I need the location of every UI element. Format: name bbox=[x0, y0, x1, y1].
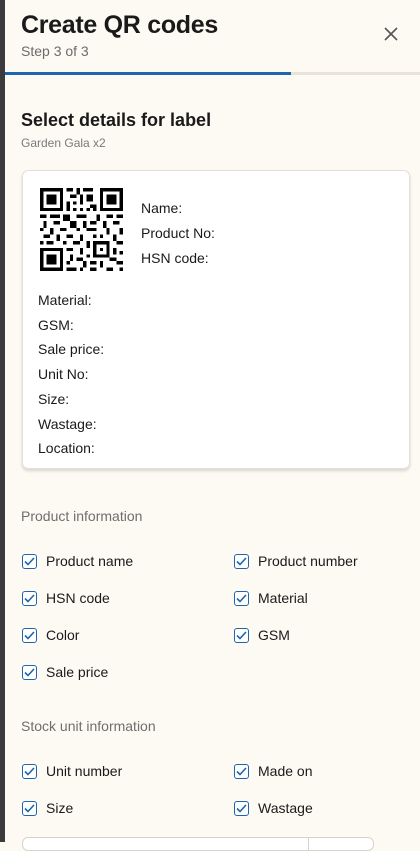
checkbox-material[interactable]: Material bbox=[234, 590, 308, 606]
divider bbox=[308, 838, 309, 850]
label-field: Sale price: bbox=[38, 341, 105, 358]
checkbox-label: Sale price bbox=[46, 664, 109, 680]
stock-info-title: Stock unit information bbox=[21, 718, 156, 734]
checkbox-checked-icon bbox=[234, 763, 249, 779]
checkbox-label: Made on bbox=[258, 763, 313, 779]
qr-fields: Name: Product No: HSN code: bbox=[141, 196, 215, 271]
progress-bar bbox=[5, 72, 420, 75]
checkbox-wastage[interactable]: Wastage bbox=[234, 800, 313, 816]
checkbox-checked-icon bbox=[22, 553, 37, 569]
checkbox-label: Material bbox=[258, 590, 308, 606]
checkbox-label: Color bbox=[46, 627, 80, 643]
checkbox-checked-icon bbox=[234, 627, 249, 643]
label-details: Material: GSM: Sale price: Unit No: Size… bbox=[38, 288, 104, 461]
section-title: Select details for label bbox=[21, 110, 212, 130]
checkbox-checked-icon bbox=[234, 590, 249, 606]
checkbox-checked-icon bbox=[22, 664, 37, 680]
checkbox-label: HSN code bbox=[46, 590, 110, 606]
footer-control-partial[interactable] bbox=[22, 837, 374, 851]
close-button[interactable] bbox=[383, 26, 399, 42]
checkbox-label: Wastage bbox=[258, 800, 313, 816]
qr-code-image bbox=[40, 188, 123, 271]
checkbox-label: GSM bbox=[258, 627, 290, 643]
step-indicator: Step 3 of 3 bbox=[21, 43, 89, 59]
checkbox-label: Unit number bbox=[46, 763, 123, 779]
checkbox-color[interactable]: Color bbox=[22, 627, 79, 643]
label-field: GSM: bbox=[38, 316, 74, 333]
label-field: Unit No: bbox=[38, 366, 89, 383]
progress-fill bbox=[5, 72, 292, 75]
page-title: Create QR codes bbox=[21, 11, 218, 39]
label-field: Material: bbox=[38, 292, 92, 308]
label-field: Size: bbox=[38, 390, 70, 407]
left-edge-bar bbox=[0, 0, 5, 842]
checkbox-unit-number[interactable]: Unit number bbox=[22, 763, 122, 779]
header: Create QR codes Step 3 of 3 bbox=[21, 10, 218, 59]
checkbox-product-number[interactable]: Product number bbox=[234, 553, 358, 569]
label-field: Wastage: bbox=[38, 415, 97, 432]
label-field: HSN code: bbox=[141, 250, 209, 266]
checkbox-checked-icon bbox=[22, 590, 37, 606]
checkbox-checked-icon bbox=[22, 800, 37, 816]
checkbox-label: Product number bbox=[258, 553, 358, 569]
product-info-title: Product information bbox=[21, 508, 143, 524]
checkbox-gsm[interactable]: GSM bbox=[234, 627, 290, 643]
checkbox-size[interactable]: Size bbox=[22, 800, 73, 816]
checkbox-checked-icon bbox=[234, 553, 249, 569]
checkbox-label: Product name bbox=[46, 553, 134, 569]
checkbox-sale-price[interactable]: Sale price bbox=[22, 664, 108, 680]
section-subtitle: Garden Gala x2 bbox=[21, 136, 106, 150]
checkbox-checked-icon bbox=[22, 627, 37, 643]
checkbox-checked-icon bbox=[234, 800, 249, 816]
checkbox-hsn-code[interactable]: HSN code bbox=[22, 590, 110, 606]
checkbox-product-name[interactable]: Product name bbox=[22, 553, 133, 569]
label-field: Product No: bbox=[141, 225, 215, 241]
label-field: Name: bbox=[141, 200, 183, 216]
checkbox-label: Size bbox=[46, 800, 74, 816]
close-icon bbox=[384, 27, 398, 41]
label-field: Location: bbox=[38, 440, 95, 457]
checkbox-checked-icon bbox=[22, 763, 37, 779]
label-preview-card: Name: Product No: HSN code: Material: GS… bbox=[22, 170, 410, 469]
checkbox-made-on[interactable]: Made on bbox=[234, 763, 312, 779]
